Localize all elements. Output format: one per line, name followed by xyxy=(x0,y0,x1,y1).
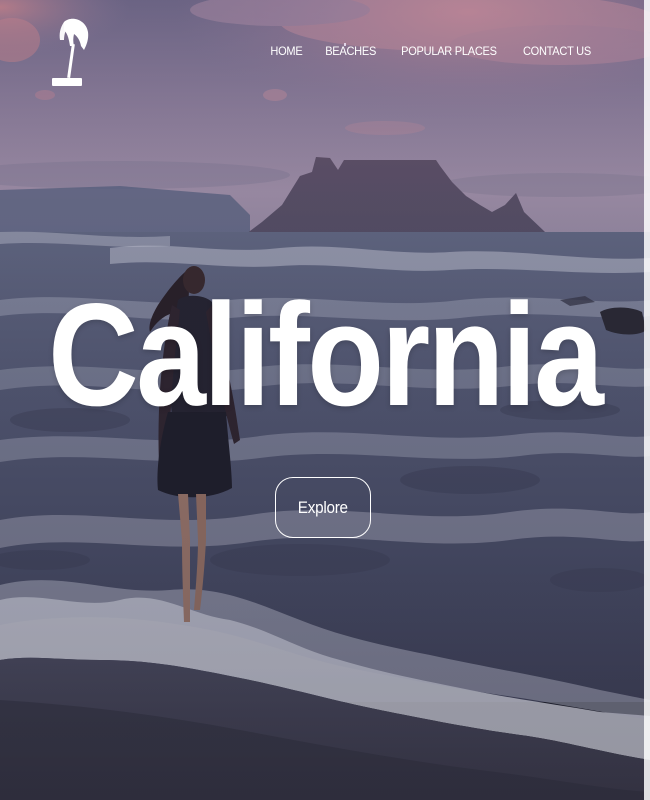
hero-section: HOME BEACHES POPULAR PLACES CONTACT US C… xyxy=(0,0,650,800)
nav-contact-us-link[interactable]: CONTACT US xyxy=(523,44,591,58)
beach-umbrella-icon[interactable] xyxy=(50,16,90,88)
nav-beaches-link[interactable]: BEACHES xyxy=(325,44,376,58)
nav-popular-places-link[interactable]: POPULAR PLACES xyxy=(401,44,497,58)
nav-home-link[interactable]: HOME xyxy=(271,44,303,58)
hero-title: California xyxy=(48,273,604,436)
explore-button-label: Explore xyxy=(297,497,348,517)
main-nav: HOME BEACHES POPULAR PLACES CONTACT US xyxy=(269,44,594,58)
explore-button[interactable]: Explore xyxy=(275,477,371,538)
